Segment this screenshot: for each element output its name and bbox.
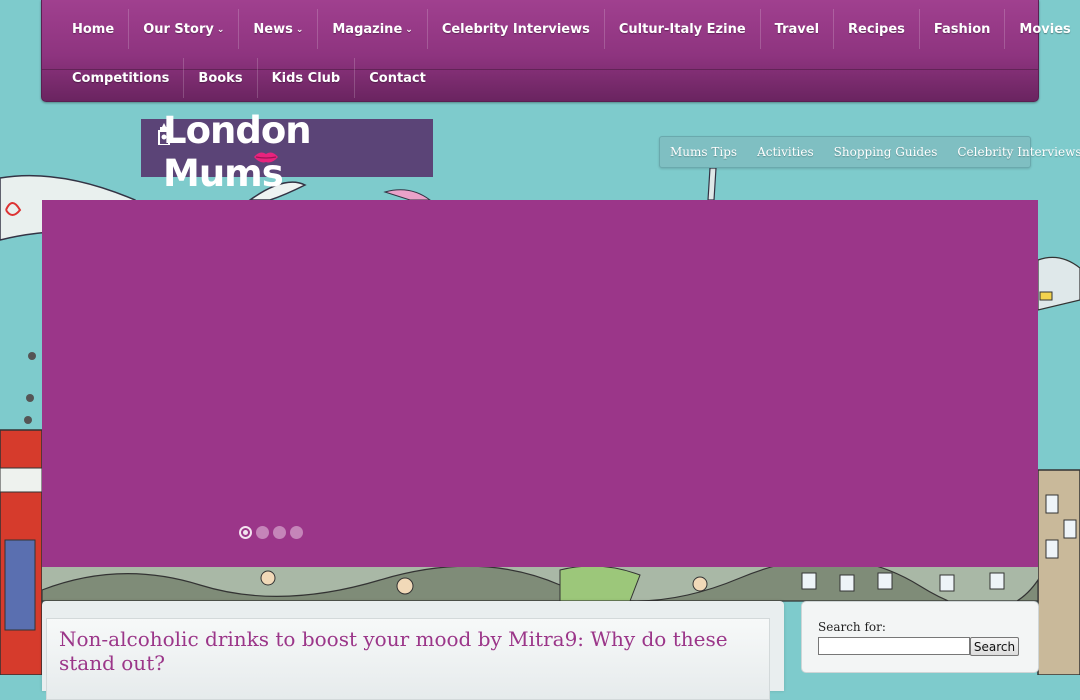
main-navigation: Home Our Story ⌄ News ⌄ Magazine ⌄ Celebrit… (41, 0, 1071, 102)
chevron-down-icon: ⌄ (216, 25, 225, 35)
nav-item-celebrity-interviews[interactable]: Celebrity Interviews (428, 9, 605, 49)
nav-label: Celebrity Interviews (441, 21, 590, 37)
nav-item-cultur-italy-ezine[interactable]: Cultur-Italy Ezine (605, 9, 761, 49)
nav-item-travel[interactable]: Travel (761, 9, 835, 49)
nav-label: Fashion (933, 21, 991, 37)
nav-item-home[interactable]: Home (58, 9, 130, 49)
nav-item-kids-club[interactable]: Kids Club (258, 58, 356, 98)
slider-pagination (239, 526, 303, 539)
nav-label: Cultur-Italy Ezine (618, 21, 746, 37)
nav-label: News (253, 21, 293, 37)
site-logo[interactable]: London Mums (141, 109, 433, 195)
nav-label: Recipes (848, 21, 905, 37)
search-widget: Search for: Search (801, 601, 1039, 673)
featured-slider[interactable] (42, 200, 1038, 567)
search-label: Search for: (818, 620, 886, 634)
nav-item-contact[interactable]: Contact (355, 58, 440, 98)
main-content: Non-alcoholic drinks to boost your mood … (42, 601, 784, 700)
nav-item-movies[interactable]: Movies (1005, 9, 1080, 49)
subnav-item-shopping-guides[interactable]: Shopping Guides (824, 145, 948, 159)
chevron-down-icon: ⌄ (405, 25, 413, 35)
search-input[interactable] (818, 637, 970, 655)
post-title[interactable]: Non-alcoholic drinks to boost your mood … (59, 627, 749, 675)
slider-dot-1[interactable] (239, 526, 252, 539)
nav-label: Books (198, 70, 243, 86)
nav-item-magazine[interactable]: Magazine ⌄ (318, 9, 428, 49)
nav-label: Travel (774, 21, 820, 37)
nav-item-fashion[interactable]: Fashion (920, 9, 1006, 49)
nav-item-recipes[interactable]: Recipes (834, 9, 920, 49)
nav-label: Home (72, 21, 115, 37)
nav-row-primary: Home Our Story ⌄ News ⌄ Magazine ⌄ Celebrit… (58, 4, 1080, 54)
logo-text: London Mums (163, 109, 312, 195)
nav-label: Magazine (332, 21, 403, 37)
chevron-down-icon: ⌄ (295, 25, 304, 35)
slider-dot-3[interactable] (273, 526, 286, 539)
slider-dot-4[interactable] (290, 526, 303, 539)
post-card: Non-alcoholic drinks to boost your mood … (46, 618, 770, 700)
nav-label: Kids Club (271, 70, 341, 86)
slider-dot-2[interactable] (256, 526, 269, 539)
secondary-navigation: Mums Tips Activities Shopping Guides Cel… (659, 136, 1080, 168)
subnav-item-mums-tips[interactable]: Mums Tips (660, 145, 747, 159)
nav-label: Contact (369, 70, 426, 86)
search-button[interactable]: Search (970, 637, 1019, 656)
nav-item-books[interactable]: Books (184, 58, 258, 98)
nav-label: Our Story (143, 21, 214, 37)
nav-row-secondary: Competitions Books Kids Club Contact (58, 54, 440, 102)
subnav-item-activities[interactable]: Activities (747, 145, 824, 159)
nav-item-our-story[interactable]: Our Story ⌄ (129, 9, 240, 49)
pink-lips-icon (254, 152, 278, 163)
nav-item-news[interactable]: News ⌄ (239, 9, 319, 49)
subnav-item-celebrity-interviews[interactable]: Celebrity Interviews (947, 145, 1080, 159)
nav-item-competitions[interactable]: Competitions (58, 58, 185, 98)
nav-label: Movies (1019, 21, 1071, 37)
nav-label: Competitions (72, 70, 170, 86)
